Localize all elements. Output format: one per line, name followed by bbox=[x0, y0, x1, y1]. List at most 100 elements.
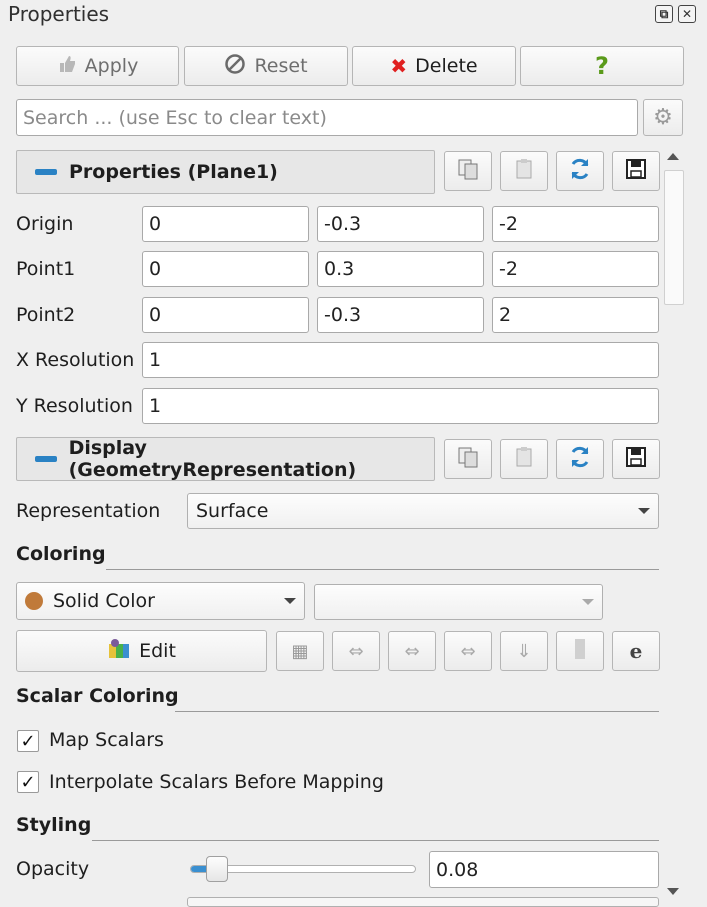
reset-label: Reset bbox=[254, 55, 308, 77]
paste-properties-button[interactable] bbox=[500, 151, 548, 191]
float-icon[interactable]: ⧉ bbox=[655, 5, 673, 23]
map-scalars-checkbox[interactable]: ✓ bbox=[17, 730, 39, 752]
copy-display-button[interactable] bbox=[444, 439, 492, 479]
copy-icon bbox=[457, 158, 479, 185]
styling-divider bbox=[92, 840, 659, 841]
opacity-slider-handle[interactable] bbox=[206, 856, 228, 882]
help-button[interactable]: ? bbox=[520, 46, 684, 86]
point1-y-field[interactable]: 0.3 bbox=[317, 251, 484, 287]
copy-properties-button[interactable] bbox=[444, 151, 492, 191]
apply-icon bbox=[57, 54, 77, 79]
reset-button[interactable]: Reset bbox=[184, 46, 348, 86]
collapse-icon bbox=[35, 456, 57, 462]
refresh-icon bbox=[567, 156, 593, 187]
origin-y-field[interactable]: -0.3 bbox=[317, 206, 484, 242]
point2-z-field[interactable]: 2 bbox=[492, 297, 659, 333]
close-icon[interactable]: ✕ bbox=[678, 5, 696, 23]
scalar-coloring-group-label: Scalar Coloring bbox=[16, 685, 179, 707]
delete-x-icon: ✖ bbox=[390, 54, 408, 78]
coloring-value: Solid Color bbox=[53, 590, 155, 612]
properties-section-header[interactable]: Properties (Plane1) bbox=[16, 150, 435, 194]
y-resolution-field[interactable]: 1 bbox=[142, 388, 659, 424]
interpolate-scalars-label: Interpolate Scalars Before Mapping bbox=[49, 771, 384, 793]
representation-select[interactable]: Surface bbox=[187, 493, 659, 529]
display-section-header[interactable]: Display (GeometryRepresentation) bbox=[16, 437, 435, 481]
gear-icon: ⚙ bbox=[653, 105, 673, 130]
paste-display-button[interactable] bbox=[500, 439, 548, 479]
point1-x-field[interactable]: 0 bbox=[142, 251, 309, 287]
apply-button[interactable]: Apply bbox=[16, 46, 179, 86]
point2-label: Point2 bbox=[16, 304, 76, 326]
opacity-field[interactable]: 0.08 bbox=[429, 851, 659, 888]
rescale-custom-icon: ⇔ bbox=[404, 640, 420, 662]
search-placeholder: Search ... (use Esc to clear text) bbox=[23, 106, 327, 129]
rescale-temporal-button[interactable]: ⇔ bbox=[444, 631, 492, 671]
rescale-visible-button[interactable]: ⇓ bbox=[500, 631, 548, 671]
edit-label: Edit bbox=[139, 640, 176, 662]
chevron-down-icon bbox=[284, 598, 296, 604]
color-palette-icon bbox=[107, 638, 131, 665]
component-select[interactable] bbox=[314, 584, 603, 620]
coloring-divider bbox=[106, 569, 659, 570]
representation-value: Surface bbox=[196, 500, 269, 522]
interpolate-scalars-checkbox[interactable]: ✓ bbox=[17, 771, 39, 793]
rescale-custom-button[interactable]: ⇔ bbox=[388, 631, 436, 671]
search-input[interactable]: Search ... (use Esc to clear text) bbox=[16, 99, 638, 136]
scalar-coloring-divider bbox=[175, 711, 659, 712]
scroll-down-icon[interactable] bbox=[667, 888, 679, 895]
delete-label: Delete bbox=[415, 55, 478, 77]
floppy-icon bbox=[626, 158, 646, 184]
restore-display-defaults-button[interactable] bbox=[556, 439, 604, 479]
y-resolution-label: Y Resolution bbox=[16, 395, 133, 417]
scroll-up-icon[interactable] bbox=[667, 153, 679, 160]
panel-title: Properties bbox=[8, 2, 110, 26]
coloring-group-label: Coloring bbox=[16, 543, 106, 565]
floppy-icon bbox=[626, 446, 646, 472]
x-resolution-field[interactable]: 1 bbox=[142, 342, 659, 378]
x-resolution-label: X Resolution bbox=[16, 349, 135, 371]
point1-z-field[interactable]: -2 bbox=[492, 251, 659, 287]
refresh-icon bbox=[567, 444, 593, 475]
preset-icon: ▦ bbox=[291, 640, 309, 662]
edit-color-legend-button[interactable]: e bbox=[612, 631, 660, 671]
edit-color-button[interactable]: Edit bbox=[16, 630, 267, 672]
chevron-down-icon bbox=[638, 508, 650, 514]
point1-label: Point1 bbox=[16, 258, 76, 280]
restore-defaults-button[interactable] bbox=[556, 151, 604, 191]
save-defaults-button[interactable] bbox=[612, 151, 660, 191]
rescale-visible-icon: ⇓ bbox=[516, 640, 532, 662]
apply-label: Apply bbox=[84, 55, 139, 77]
help-icon: ? bbox=[595, 52, 609, 80]
styling-group-label: Styling bbox=[16, 814, 92, 836]
solid-color-icon bbox=[25, 592, 43, 610]
paste-icon bbox=[513, 446, 535, 473]
coloring-select[interactable]: Solid Color bbox=[16, 582, 305, 620]
choose-preset-button[interactable]: ▦ bbox=[276, 631, 324, 671]
chevron-down-icon bbox=[582, 599, 594, 605]
rescale-icon: ⇔ bbox=[348, 640, 364, 662]
representation-label: Representation bbox=[16, 500, 161, 522]
point2-y-field[interactable]: -0.3 bbox=[317, 297, 484, 333]
color-legend-icon bbox=[574, 638, 586, 665]
edit-legend-icon: e bbox=[629, 639, 643, 663]
origin-x-field[interactable]: 0 bbox=[142, 206, 309, 242]
rescale-range-button[interactable]: ⇔ bbox=[332, 631, 380, 671]
color-legend-button[interactable] bbox=[556, 631, 604, 671]
copy-icon bbox=[457, 446, 479, 473]
advanced-settings-button[interactable]: ⚙ bbox=[643, 99, 683, 136]
opacity-label: Opacity bbox=[16, 858, 90, 880]
point2-x-field[interactable]: 0 bbox=[142, 297, 309, 333]
next-property-field[interactable] bbox=[187, 897, 659, 907]
display-section-title: Display (GeometryRepresentation) bbox=[68, 437, 357, 481]
delete-button[interactable]: ✖ Delete bbox=[352, 46, 516, 86]
collapse-icon bbox=[35, 169, 57, 175]
rescale-temporal-icon: ⇔ bbox=[460, 640, 476, 662]
reset-icon bbox=[224, 53, 246, 80]
save-display-defaults-button[interactable] bbox=[612, 439, 660, 479]
properties-section-title: Properties (Plane1) bbox=[69, 161, 278, 183]
origin-z-field[interactable]: -2 bbox=[492, 206, 659, 242]
map-scalars-label: Map Scalars bbox=[49, 729, 164, 751]
scrollbar-thumb[interactable] bbox=[664, 170, 684, 305]
origin-label: Origin bbox=[16, 213, 74, 235]
paste-icon bbox=[513, 158, 535, 185]
